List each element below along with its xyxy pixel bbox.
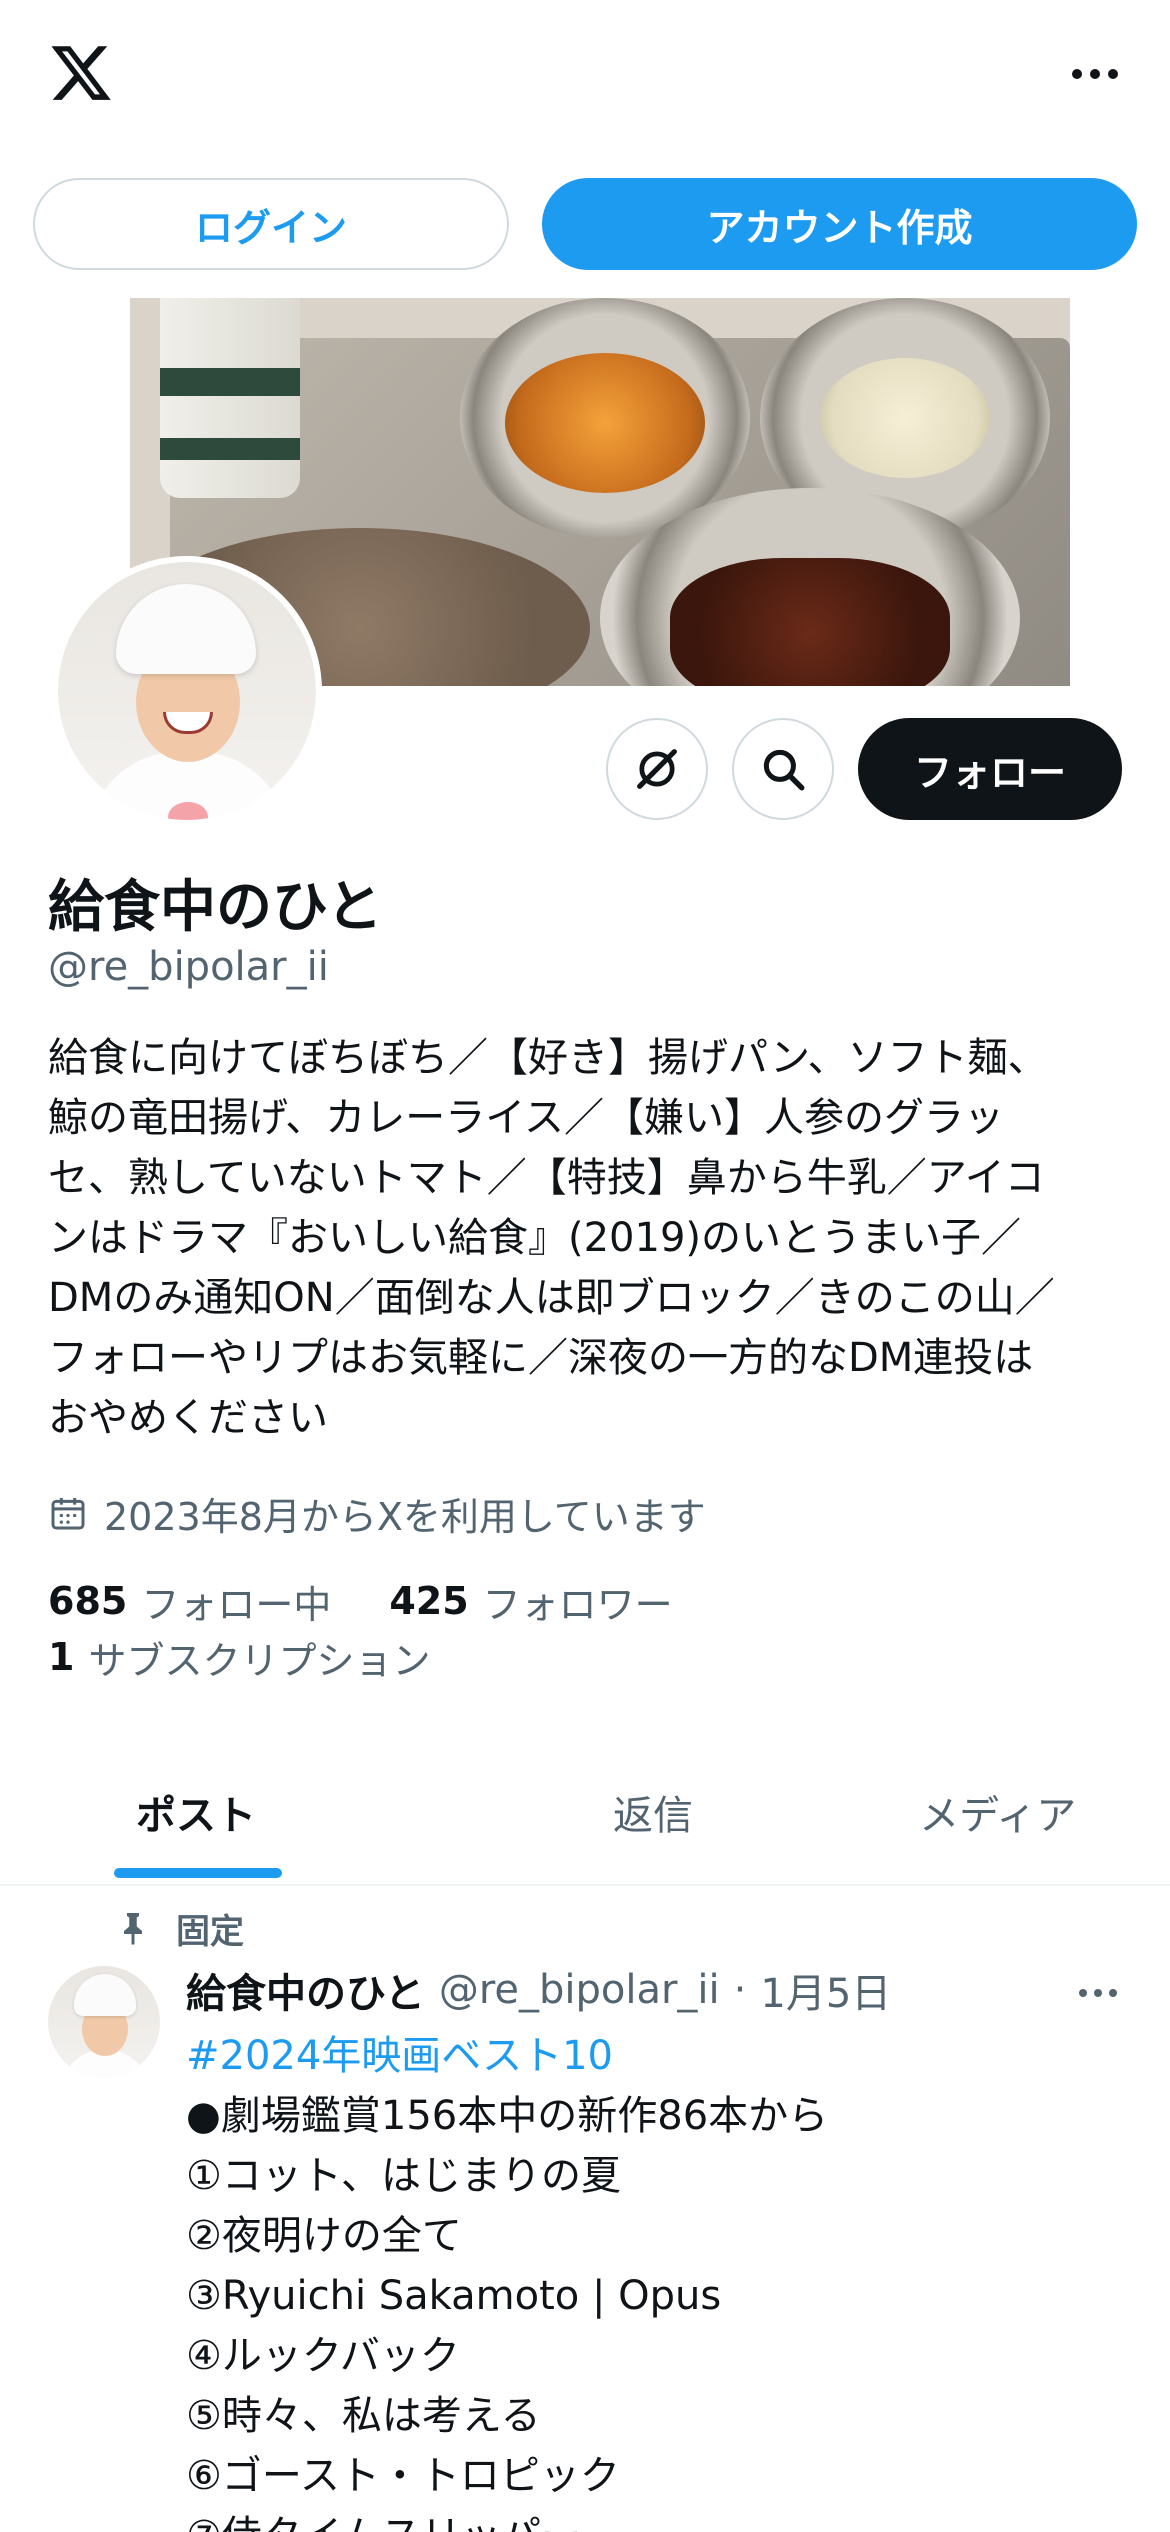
search-button[interactable]: [732, 718, 834, 820]
tweet-line: ●劇場鑑賞156本中の新作86本から: [186, 2093, 829, 2139]
following-link[interactable]: 685 フォロー中: [48, 1574, 331, 1629]
tweet-author-handle[interactable]: @re_bipolar_ii: [439, 1967, 720, 2013]
tweet-line: ⑦侍タイムスリッパー: [186, 2506, 1136, 2532]
tweet-line: ③Ryuichi Sakamoto | Opus: [186, 2273, 722, 2319]
tweet-line: ④ルックバック: [186, 2333, 460, 2379]
auth-buttons: ログイン アカウント作成: [33, 178, 1137, 270]
profile-display-name: 給食中のひと: [48, 875, 383, 940]
followers-count: 425: [389, 1579, 469, 1623]
tab-media[interactable]: メディア: [825, 1740, 1170, 1884]
banner-milk-carton: [160, 298, 300, 498]
tweet-avatar[interactable]: [48, 1966, 160, 2078]
tweet-header: 給食中のひと @re_bipolar_ii · 1月5日: [186, 1962, 891, 2018]
followers-label: フォロワー: [482, 1582, 673, 1627]
tab-posts[interactable]: ポスト: [0, 1740, 481, 1884]
pin-icon: [124, 1913, 142, 1945]
pinned-label: 固定: [176, 1911, 244, 1952]
tweet-line: ⑥ゴースト・トロピック: [186, 2453, 620, 2499]
banner-carton-band: [160, 368, 300, 396]
followers-link[interactable]: 425 フォロワー: [389, 1574, 672, 1629]
subscriptions-label: サブスクリプション: [88, 1638, 431, 1683]
x-logo-icon[interactable]: [46, 40, 116, 106]
joined-date: 2023年8月からXを利用しています: [48, 1488, 706, 1539]
tweet-line: ②夜明けの全て: [186, 2213, 462, 2259]
search-icon: [763, 749, 805, 791]
subscriptions-link[interactable]: 1 サブスクリプション: [48, 1630, 430, 1685]
banner-carton-band: [160, 438, 300, 460]
profile-stats: 685 フォロー中 425 フォロワー 1 サブスクリプション: [48, 1574, 673, 1684]
profile-handle: @re_bipolar_ii: [48, 944, 329, 990]
profile-bio: 給食に向けてぼちぼち／【好き】揚げパン、ソフト麺、 鯨の竜田揚げ、カレーライス／…: [48, 1035, 1055, 1441]
top-bar: [0, 0, 1170, 150]
pinned-indicator: 固定: [118, 1906, 244, 1952]
following-label: フォロー中: [141, 1582, 332, 1627]
tweet-text: #2024年映画ベスト10 ●劇場鑑賞156本中の新作86本から ①コット、はじ…: [186, 2026, 1136, 2532]
joined-text: 2023年8月からXを利用しています: [104, 1494, 706, 1539]
following-count: 685: [48, 1579, 128, 1623]
banner-soup-bowl: [460, 298, 750, 538]
tweet-separator: ·: [733, 1967, 747, 2013]
more-options-icon[interactable]: [1060, 54, 1130, 94]
tweet-line: ⑤時々、私は考える: [186, 2393, 541, 2439]
grok-icon: [637, 749, 677, 789]
tab-replies[interactable]: 返信: [481, 1740, 826, 1884]
calendar-icon: [51, 1498, 85, 1530]
follow-button[interactable]: フォロー: [858, 718, 1122, 820]
profile-avatar[interactable]: [52, 556, 322, 826]
subscriptions-count: 1: [48, 1635, 75, 1679]
grok-button[interactable]: [606, 718, 708, 820]
active-tab-indicator: [114, 1868, 282, 1878]
tweet-more-icon[interactable]: [1068, 1978, 1128, 2008]
tweet-date[interactable]: 1月5日: [760, 1961, 891, 2019]
profile-tabs: ポスト 返信 メディア: [0, 1740, 1170, 1886]
login-button[interactable]: ログイン: [33, 178, 509, 270]
tweet-line: ①コット、はじまりの夏: [186, 2153, 622, 2199]
tweet-hashtag[interactable]: #2024年映画ベスト10: [186, 2026, 1136, 2086]
create-account-button[interactable]: アカウント作成: [542, 178, 1137, 270]
tweet-author-name[interactable]: 給食中のひと: [186, 1961, 425, 2019]
